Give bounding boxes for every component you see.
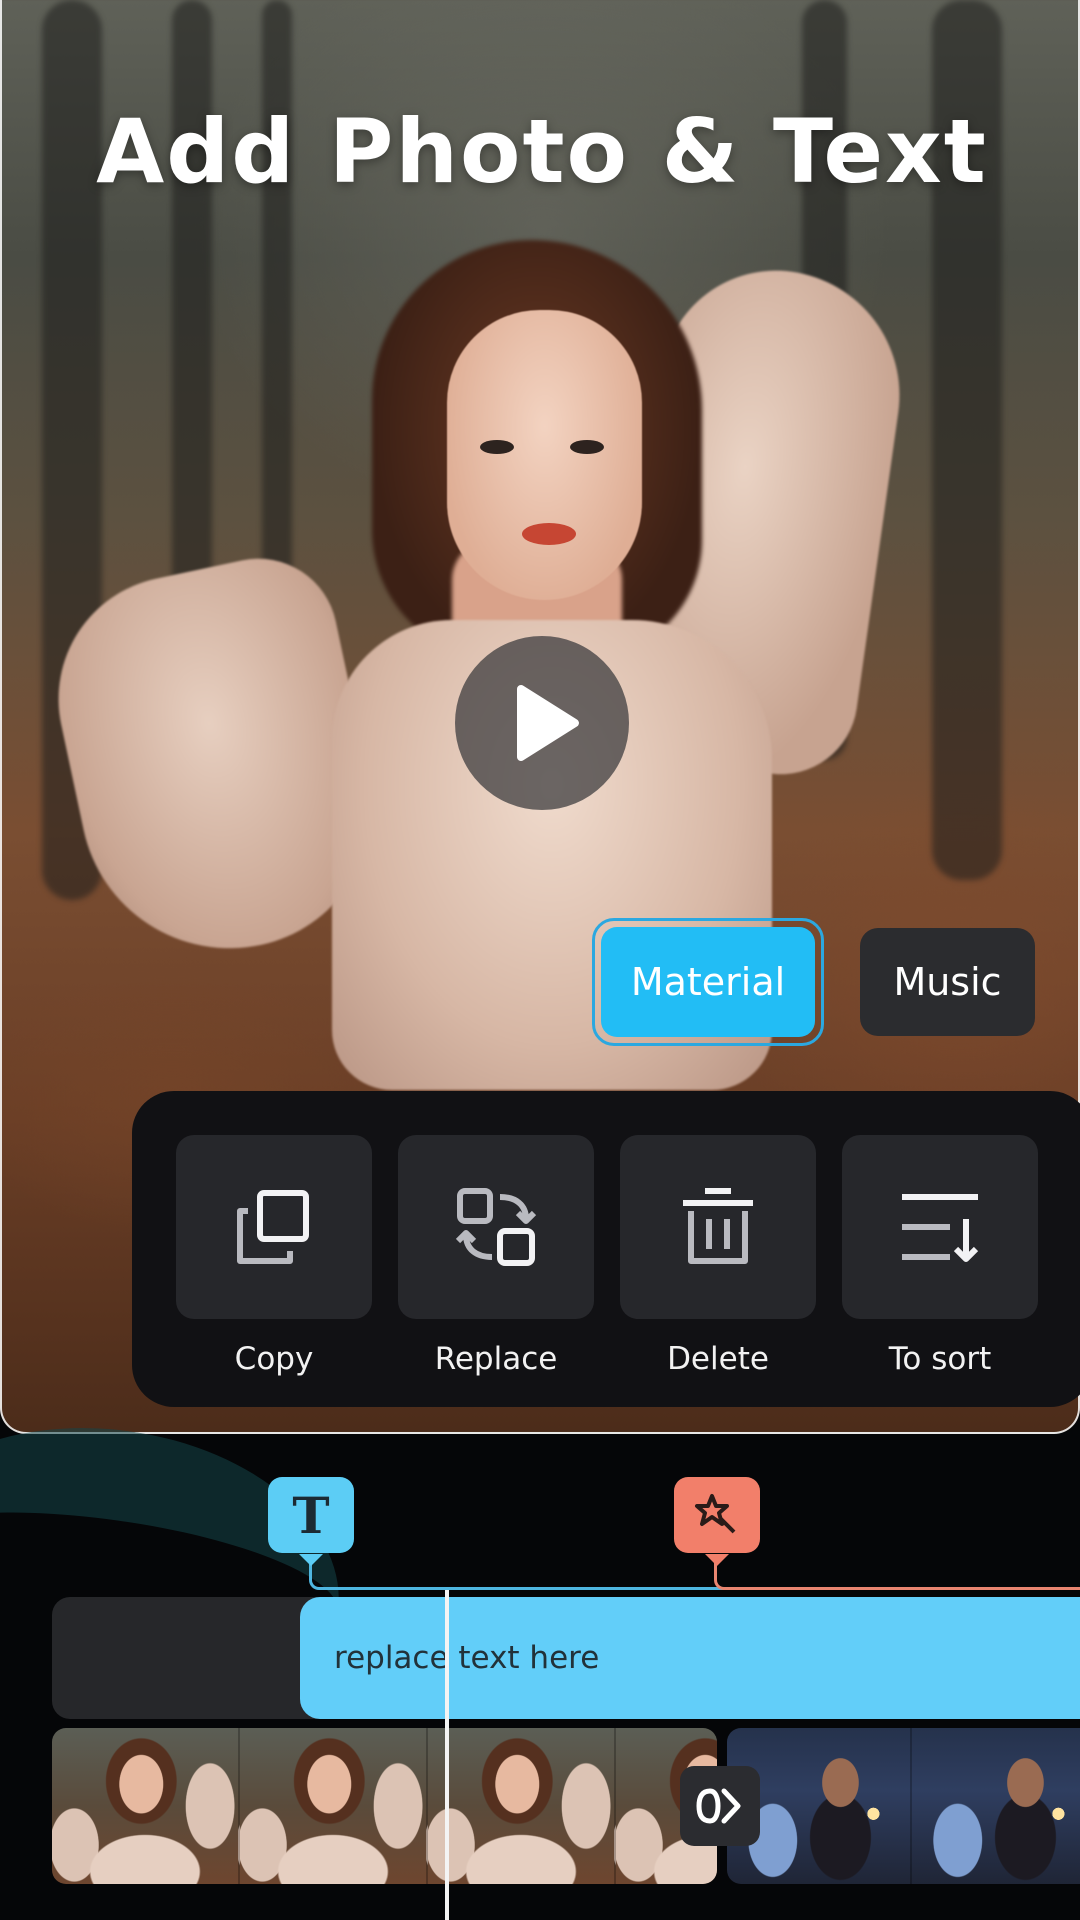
model-eye [570, 440, 604, 454]
sort-action[interactable]: To sort [842, 1135, 1038, 1377]
clip-thumbnail [240, 1728, 428, 1884]
clip-thumbnail [52, 1728, 240, 1884]
clip-thumbnail [428, 1728, 616, 1884]
copy-label: Copy [234, 1341, 314, 1377]
text-marker-bubble: T [268, 1477, 354, 1553]
transition-button[interactable] [680, 1766, 760, 1846]
action-panel: Copy Replace Delete To sort [132, 1091, 1080, 1407]
copy-icon [237, 1190, 309, 1264]
playhead[interactable] [445, 1590, 449, 1920]
clip-thumbnail [912, 1728, 1080, 1884]
text-t-icon: T [292, 1485, 330, 1545]
replace-icon [455, 1188, 537, 1266]
copy-button[interactable] [176, 1135, 372, 1319]
video-clip[interactable] [52, 1728, 717, 1884]
sort-button[interactable] [842, 1135, 1038, 1319]
effect-marker[interactable] [674, 1472, 760, 1566]
delete-label: Delete [667, 1341, 769, 1377]
model-lips [522, 523, 576, 545]
video-clip[interactable] [727, 1728, 1080, 1884]
trash-icon [683, 1188, 753, 1264]
play-icon [517, 685, 579, 761]
effect-marker-tip [705, 1554, 729, 1566]
sort-icon [902, 1194, 979, 1262]
play-button[interactable] [455, 636, 629, 810]
model-eye [480, 440, 514, 454]
delete-button[interactable] [620, 1135, 816, 1319]
sparkle-effect-icon [695, 1494, 736, 1534]
transition-icon [696, 1788, 741, 1824]
delete-action[interactable]: Delete [620, 1135, 816, 1377]
text-clip[interactable]: replace text here [300, 1597, 1080, 1719]
replace-action[interactable]: Replace [398, 1135, 594, 1377]
tab-material[interactable]: Material [592, 918, 824, 1046]
replace-button[interactable] [398, 1135, 594, 1319]
text-marker[interactable]: T [268, 1472, 354, 1566]
effect-track-connector [714, 1558, 1080, 1590]
tab-material-label: Material [601, 927, 815, 1037]
replace-label: Replace [434, 1341, 558, 1377]
model-face [447, 310, 642, 600]
tab-music[interactable]: Music [860, 928, 1035, 1036]
sort-label: To sort [888, 1341, 992, 1377]
text-marker-tip [299, 1554, 323, 1566]
hero-title: Add Photo & Text [96, 100, 988, 203]
copy-action[interactable]: Copy [176, 1135, 372, 1377]
effect-marker-bubble [674, 1477, 760, 1553]
